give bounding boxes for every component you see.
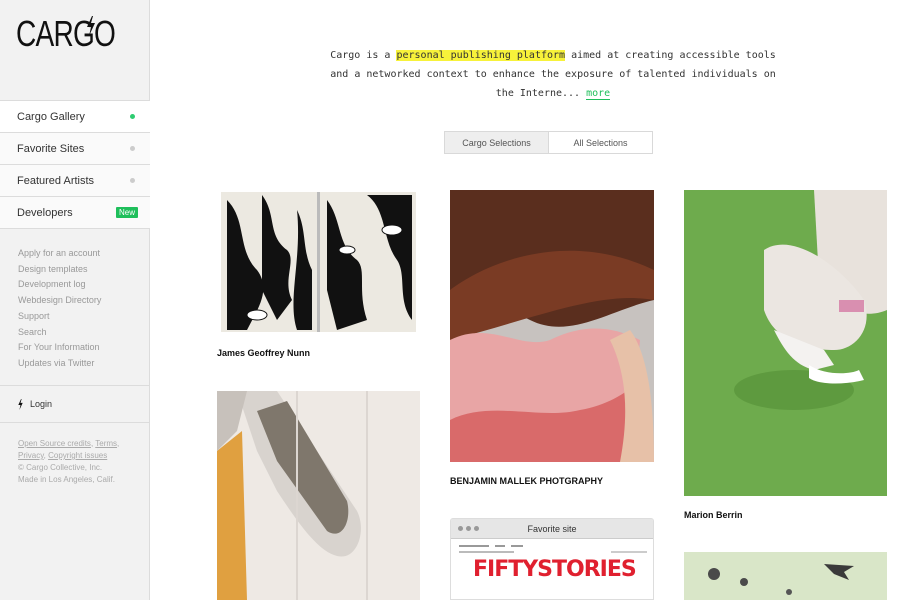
selection-tabs: Cargo Selections All Selections: [444, 131, 653, 154]
active-dot-icon: [130, 114, 135, 119]
window-titlebar: Favorite site: [451, 519, 653, 539]
thumb-james-geoffrey-nunn[interactable]: [217, 190, 420, 336]
intro-text: Cargo is a personal publishing platform …: [330, 46, 776, 103]
book-illustration: [217, 190, 420, 336]
cargo-logo[interactable]: CARGO: [16, 16, 143, 52]
sidebar-links: Apply for an account Design templates De…: [18, 246, 101, 372]
link-fyi[interactable]: For Your Information: [18, 340, 101, 356]
bolt-icon: [87, 16, 95, 36]
site-preview-lines: [459, 545, 647, 553]
tab-all-selections[interactable]: All Selections: [549, 132, 652, 153]
photo-architecture: [217, 391, 420, 600]
link-apply[interactable]: Apply for an account: [18, 246, 101, 262]
nav-item-label: Favorite Sites: [17, 142, 85, 155]
link-open-source[interactable]: Open Source credits: [18, 439, 91, 448]
login-button[interactable]: Login: [0, 385, 150, 423]
thumb-favorite-site[interactable]: Favorite site FIFTYSTORIES: [450, 518, 654, 600]
link-copyright[interactable]: Copyright issues: [48, 451, 107, 460]
dot-icon: [130, 146, 135, 151]
caption-benjamin-mallek[interactable]: BENJAMIN MALLEK PHOTGRAPHY: [450, 476, 603, 486]
intro-highlight: personal publishing platform: [396, 50, 566, 61]
photo-green: [684, 190, 887, 496]
tab-cargo-selections[interactable]: Cargo Selections: [445, 132, 549, 153]
nav-item-developers[interactable]: Developers New: [0, 197, 150, 229]
logo-text: CARGO: [16, 13, 116, 54]
link-development-log[interactable]: Development log: [18, 277, 101, 293]
intro-prefix: Cargo is a: [330, 50, 391, 61]
link-twitter[interactable]: Updates via Twitter: [18, 356, 101, 372]
new-badge: New: [115, 207, 138, 218]
thumb-illustration[interactable]: [684, 552, 887, 600]
bolt-icon: [18, 398, 23, 410]
link-privacy[interactable]: Privacy: [18, 451, 44, 460]
photo-neck: [450, 190, 654, 462]
made-in-text: Made in Los Angeles, Calif.: [18, 475, 115, 484]
link-webdesign-directory[interactable]: Webdesign Directory: [18, 293, 101, 309]
nav-item-label: Developers: [17, 206, 73, 219]
sidebar: CARGO Cargo Gallery Favorite Sites Featu…: [0, 0, 150, 600]
caption-marion-berrin[interactable]: Marion Berrin: [684, 510, 743, 520]
more-link[interactable]: more: [586, 88, 611, 100]
nav-item-cargo-gallery[interactable]: Cargo Gallery: [0, 101, 150, 133]
nav-item-label: Cargo Gallery: [17, 110, 85, 123]
nav-item-label: Featured Artists: [17, 174, 95, 187]
link-design-templates[interactable]: Design templates: [18, 262, 101, 278]
nav-item-favorite-sites[interactable]: Favorite Sites: [0, 133, 150, 165]
caption-james-geoffrey-nunn[interactable]: James Geoffrey Nunn: [217, 348, 310, 358]
login-label: Login: [30, 399, 53, 409]
thumb-architecture[interactable]: [217, 391, 420, 600]
dot-icon: [130, 178, 135, 183]
link-terms[interactable]: Terms: [95, 439, 117, 448]
thumb-benjamin-mallek[interactable]: [450, 190, 654, 462]
link-search[interactable]: Search: [18, 325, 101, 341]
nav-item-featured-artists[interactable]: Featured Artists: [0, 165, 150, 197]
photo-illustration: [684, 552, 887, 600]
window-title: Favorite site: [527, 523, 577, 534]
thumb-marion-berrin[interactable]: [684, 190, 887, 496]
link-support[interactable]: Support: [18, 309, 101, 325]
legal-footer: Open Source credits, Terms, Privacy, Cop…: [18, 438, 143, 486]
window-controls: [458, 526, 479, 531]
company-text: © Cargo Collective, Inc.: [18, 463, 103, 472]
sidebar-nav: Cargo Gallery Favorite Sites Featured Ar…: [0, 100, 150, 229]
fiftystories-text: FIFTYSTORIES: [473, 557, 637, 582]
